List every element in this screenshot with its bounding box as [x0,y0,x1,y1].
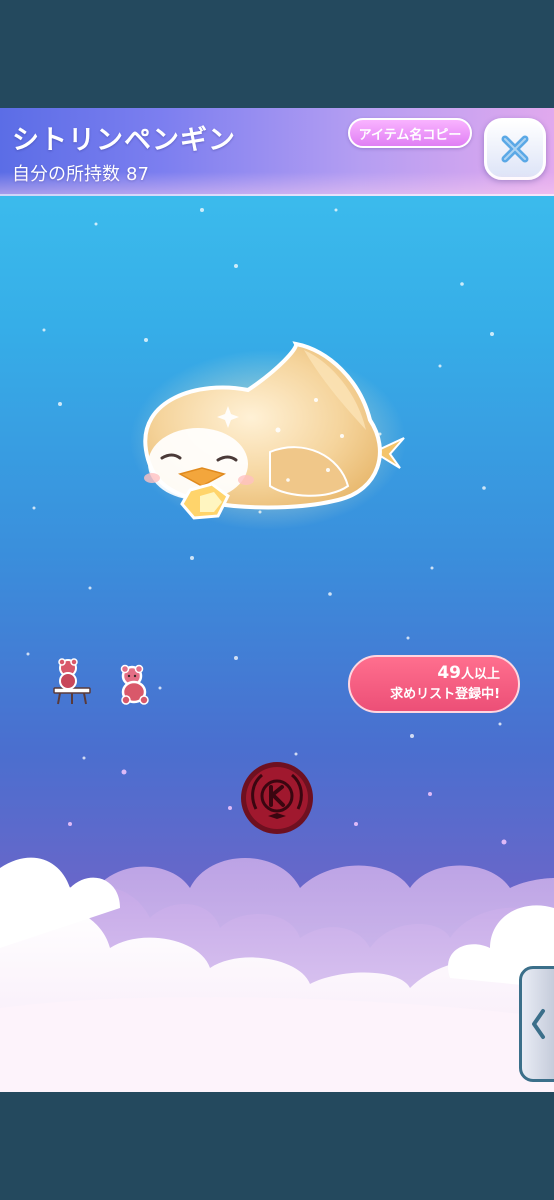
close-button[interactable] [484,118,546,180]
wishlist-count-unit: 人以上 [460,667,500,682]
wishlist-status: 求めリスト登録中! [390,687,500,702]
chevron-left-icon [532,1009,545,1039]
wishlist-count: 49 [437,663,461,683]
owned-label: 自分の所持数 [12,164,120,185]
owned-count: 87 [126,164,149,185]
side-drawer-tab[interactable] [519,966,554,1082]
citrine-penguin-item-image [130,341,406,530]
item-header: シトリンペンギン 自分の所持数 87 アイテム名コピー [0,108,554,196]
wishlist-badge: 49人以上 求めリスト登録中! [348,655,520,713]
close-x-icon [501,135,529,163]
item-name: シトリンペンギン [12,125,236,156]
pink-bear-sticker [120,664,149,705]
bear-at-table-sticker [53,658,91,705]
bottom-letterbox [0,1092,554,1200]
top-letterbox [0,0,554,108]
owned-count-row: 自分の所持数 87 [12,160,149,186]
item-viewer: 49人以上 求めリスト登録中! シトリンペンギン 自分の所持数 87 アイテム名… [0,108,554,1092]
k-brand-logo-icon [241,762,313,834]
wishlist-count-row: 49人以上 [350,663,500,685]
copy-item-name-button[interactable]: アイテム名コピー [348,118,472,148]
